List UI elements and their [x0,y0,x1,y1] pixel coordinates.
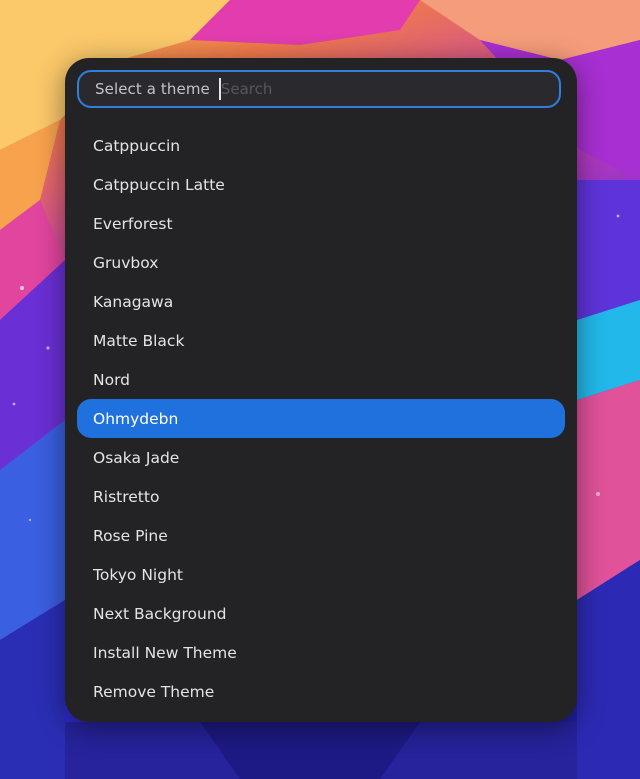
list-item[interactable]: Remove Theme [77,672,565,711]
list-item-label: Gruvbox [93,253,159,272]
list-item-label: Nord [93,370,131,389]
list-item-selected[interactable]: Ohmydebn [77,399,565,438]
list-item-label: Ohmydebn [93,409,179,428]
list-item-label: Everforest [93,214,173,233]
theme-list: Catppuccin Catppuccin Latte Everforest G… [77,126,565,711]
list-item[interactable]: Next Background [77,594,565,633]
list-item[interactable]: Kanagawa [77,282,565,321]
list-item[interactable]: Nord [77,360,565,399]
list-item-label: Osaka Jade [93,448,180,467]
search-prompt: Select a theme [95,80,210,98]
list-item[interactable]: Catppuccin Latte [77,165,565,204]
list-item[interactable]: Tokyo Night [77,555,565,594]
list-item-label: Tokyo Night [93,565,183,584]
list-item[interactable]: Rose Pine [77,516,565,555]
list-item-label: Rose Pine [93,526,168,545]
theme-picker-launcher: Select a theme Catppuccin Catppuccin Lat… [65,58,577,722]
list-item[interactable]: Install New Theme [77,633,565,672]
list-item[interactable]: Matte Black [77,321,565,360]
list-item[interactable]: Osaka Jade [77,438,565,477]
list-item-label: Ristretto [93,487,160,506]
list-item[interactable]: Ristretto [77,477,565,516]
search-input[interactable] [220,80,521,98]
list-item-label: Catppuccin [93,136,181,155]
list-item[interactable]: Gruvbox [77,243,565,282]
list-item-label: Install New Theme [93,643,237,662]
list-item-label: Kanagawa [93,292,174,311]
list-item[interactable]: Everforest [77,204,565,243]
list-item-label: Catppuccin Latte [93,175,225,194]
list-item-label: Next Background [93,604,227,623]
search-box[interactable]: Select a theme [77,70,561,108]
list-item[interactable]: Catppuccin [77,126,565,165]
list-item-label: Remove Theme [93,682,215,701]
list-item-label: Matte Black [93,331,185,350]
